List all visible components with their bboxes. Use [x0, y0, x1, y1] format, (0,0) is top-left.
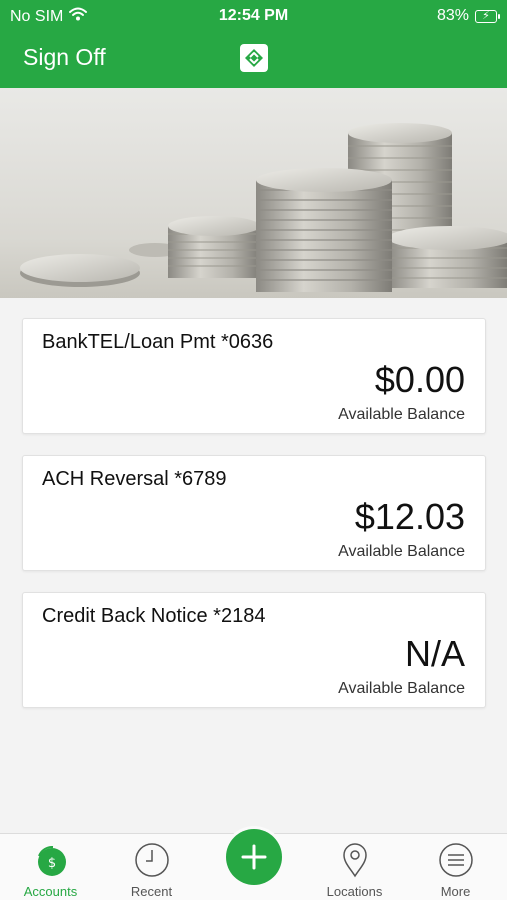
battery-percent: 83%: [436, 7, 469, 24]
balance-label: Available Balance: [338, 543, 465, 560]
tab-locations-label: Locations: [326, 884, 383, 899]
sign-off-button[interactable]: Sign Off: [23, 44, 106, 71]
add-fab-button[interactable]: [226, 829, 282, 885]
app-header: No SIM 12:54 PM 83% ⚡ Sign Off: [0, 0, 507, 88]
account-card[interactable]: ACH Reversal *6789 $12.03 Available Bala…: [22, 455, 486, 571]
status-bar: No SIM 12:54 PM 83% ⚡: [0, 0, 507, 32]
coins-illustration: [0, 123, 507, 298]
balance-label: Available Balance: [338, 406, 465, 423]
tab-recent-label: Recent: [130, 884, 173, 899]
nav-bar: Sign Off: [0, 32, 507, 88]
tab-accounts[interactable]: $ Accounts: [0, 834, 101, 900]
hero-coins-image: [0, 88, 507, 298]
tab-more-label: More: [440, 884, 471, 899]
balance-label: Available Balance: [338, 680, 465, 697]
account-name: BankTEL/Loan Pmt *0636: [42, 331, 274, 353]
svg-text:$: $: [48, 856, 56, 871]
clock-icon: [134, 842, 170, 878]
account-card[interactable]: BankTEL/Loan Pmt *0636 $0.00 Available B…: [22, 318, 486, 434]
account-name: Credit Back Notice *2184: [42, 605, 266, 627]
account-balance: $0.00: [374, 359, 465, 400]
tab-locations[interactable]: Locations: [304, 834, 405, 900]
battery-charging-icon: ⚡: [475, 9, 500, 23]
tab-more[interactable]: More: [405, 834, 506, 900]
account-balance: $12.03: [354, 496, 465, 537]
bank-logo-icon: [240, 44, 268, 72]
account-balance: N/A: [404, 633, 465, 674]
dollar-circle-icon: $: [33, 842, 69, 878]
account-card[interactable]: Credit Back Notice *2184 N/A Available B…: [22, 592, 486, 708]
map-pin-icon: [337, 842, 373, 878]
plus-icon: [241, 844, 267, 870]
tab-recent[interactable]: Recent: [101, 834, 202, 900]
account-name: ACH Reversal *6789: [42, 468, 227, 490]
tab-accounts-label: Accounts: [23, 884, 78, 899]
status-time: 12:54 PM: [218, 7, 289, 24]
menu-icon: [438, 842, 474, 878]
status-right: 83% ⚡: [436, 7, 500, 25]
